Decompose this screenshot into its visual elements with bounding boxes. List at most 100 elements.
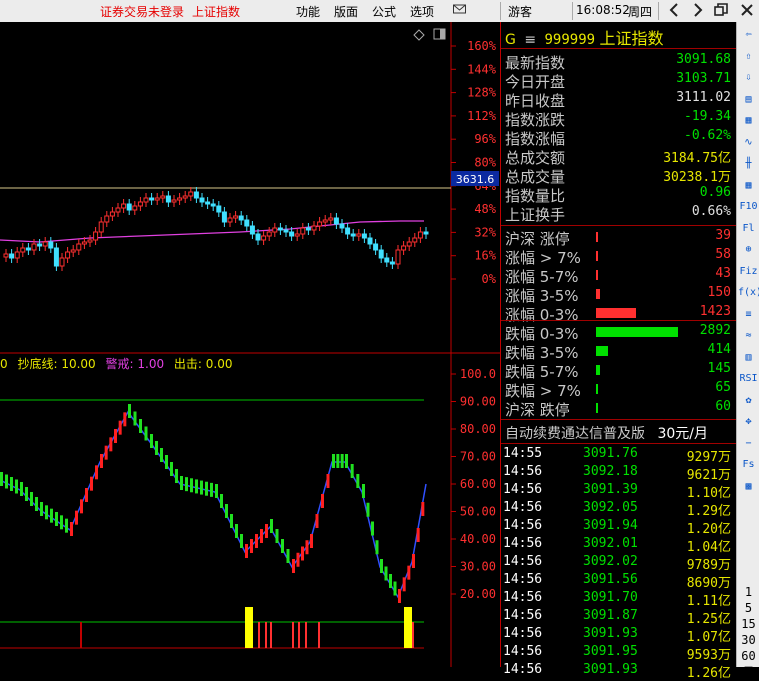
tick-time: 14:56 [503, 482, 543, 497]
indicator-bar [350, 464, 354, 478]
close-icon[interactable] [740, 3, 754, 20]
fiz-icon[interactable]: Fiz [738, 263, 759, 281]
price-axis-ticks: 160%144%128%112%96%80%64%48%32%16%0% [451, 39, 497, 286]
period-button[interactable]: 5 [738, 600, 759, 616]
down-arrow-icon[interactable]: ⇩ [738, 69, 759, 87]
symbol-link[interactable]: 上证指数 [192, 3, 240, 20]
indicator-bar [210, 482, 213, 497]
indicator-bar [340, 454, 344, 468]
period-button[interactable]: 60 [738, 648, 759, 664]
login-status[interactable]: 证券交易未登录 [100, 3, 184, 20]
table-icon[interactable]: ▦ [738, 112, 759, 130]
candle-body [65, 251, 71, 259]
volume-icon[interactable]: ▥ [738, 349, 759, 367]
forward-arrow-icon[interactable] [692, 2, 704, 21]
candle-body [143, 197, 149, 203]
breadth-count: 414 [707, 342, 731, 357]
minus-icon[interactable]: − [738, 435, 759, 453]
menu-function[interactable]: 功能 [296, 3, 320, 20]
menu-layout[interactable]: 版面 [334, 3, 358, 20]
indicator-bar [80, 499, 83, 514]
signal-marker [404, 607, 412, 648]
quote-row: 最新指数 3091.68 [503, 52, 734, 72]
candle-body [356, 233, 362, 237]
period-button[interactable]: 日 [738, 664, 759, 680]
signal-marker [292, 622, 294, 648]
tick-price: 3091.94 [583, 518, 638, 533]
candle-body [3, 253, 9, 258]
indicator-bar [281, 539, 284, 553]
indicator-tick-label: 80.00 [460, 422, 496, 436]
price-tick-label: 144% [467, 62, 497, 76]
report-icon[interactable]: ▤ [738, 91, 759, 109]
indicator-bar [90, 476, 93, 491]
gear-icon[interactable]: ✿ [738, 392, 759, 410]
tick-row: 14:56 3092.18 9621万 [503, 464, 734, 483]
breadth-bar [596, 289, 600, 299]
candle-body [137, 201, 143, 207]
group-flag[interactable]: G [505, 32, 516, 48]
rsi-icon[interactable]: RSI [738, 370, 759, 388]
candle-body [244, 219, 250, 227]
indicator-bar [155, 441, 158, 455]
divider [501, 225, 736, 226]
candle-icon[interactable]: ╫ [738, 155, 759, 173]
grid-small-icon[interactable]: ▩ [738, 478, 759, 496]
line-chart-icon[interactable]: ∿ [738, 134, 759, 152]
indicator-bar [326, 474, 330, 488]
chart-canvas[interactable]: 160%144%128%112%96%80%64%48%32%16%0% 100… [0, 22, 500, 667]
breadth-label: 跌幅 > 7% [505, 382, 581, 400]
candle-body [249, 225, 255, 235]
tick-row: 14:56 3091.93 1.07亿 [503, 626, 734, 645]
indicator-bar [220, 494, 223, 508]
ad-banner[interactable]: 自动续费通达信普及版 30元/月 [505, 423, 708, 443]
price-tick-label: 48% [474, 202, 496, 216]
f10-icon[interactable]: F10 [738, 198, 759, 216]
diamond-icon[interactable] [413, 29, 425, 41]
mail-icon[interactable] [452, 1, 468, 20]
indicator-bar [407, 565, 411, 580]
zoom-icon[interactable]: ⊕ [738, 241, 759, 259]
indicator-bar [165, 455, 168, 469]
left-arrow-icon[interactable]: ⇦ [738, 26, 759, 44]
price-tick-label: 96% [474, 132, 496, 146]
candle-body [378, 249, 384, 259]
menu-icon[interactable]: ≡ [524, 32, 536, 48]
period-button[interactable]: 1 [738, 584, 759, 600]
period-button[interactable]: 30 [738, 632, 759, 648]
fl-icon[interactable]: Fl [738, 220, 759, 238]
chart-area[interactable]: 160%144%128%112%96%80%64%48%32%16%0% 100… [0, 22, 500, 667]
wave-icon[interactable]: ≈ [738, 327, 759, 345]
tick-time: 14:55 [503, 446, 543, 461]
moving-average-line [0, 220, 424, 243]
move-icon[interactable]: ✥ [738, 413, 759, 431]
tick-time: 14:56 [503, 644, 543, 659]
divider [501, 443, 736, 444]
indicator-axis-ticks: 100.0 90.00 80.00 70.00 60.00 50.00 40.00 30.00… [451, 367, 496, 601]
indicator-bar [421, 502, 425, 516]
breadth-count: 65 [715, 380, 731, 395]
indicator-bar [25, 487, 28, 501]
candle-body [255, 233, 261, 241]
ad-text: 自动续费通达信普及版 [505, 426, 645, 442]
indicator-bar [200, 480, 203, 495]
menu-formula[interactable]: 公式 [372, 3, 396, 20]
quote-value: 3103.71 [676, 71, 731, 86]
grid-icon[interactable]: ▦ [738, 177, 759, 195]
period-button[interactable]: 15 [738, 616, 759, 632]
menu-options[interactable]: 选项 [410, 3, 434, 20]
fx-icon[interactable]: f(x) [738, 284, 759, 302]
candle-body [205, 201, 211, 205]
indicator-bar [180, 476, 183, 490]
list-icon[interactable]: ≡ [738, 306, 759, 324]
candle-body [401, 245, 407, 251]
fs-icon[interactable]: Fs [738, 456, 759, 474]
up-arrow-icon[interactable]: ⇧ [738, 48, 759, 66]
weekday: 周四 [628, 5, 653, 19]
indicator-bar [109, 437, 113, 452]
restore-icon[interactable] [714, 3, 728, 20]
indicator-bar [250, 539, 253, 553]
back-arrow-icon[interactable] [668, 2, 680, 21]
candle-body [361, 233, 367, 239]
user-label[interactable]: 游客 [508, 3, 532, 20]
